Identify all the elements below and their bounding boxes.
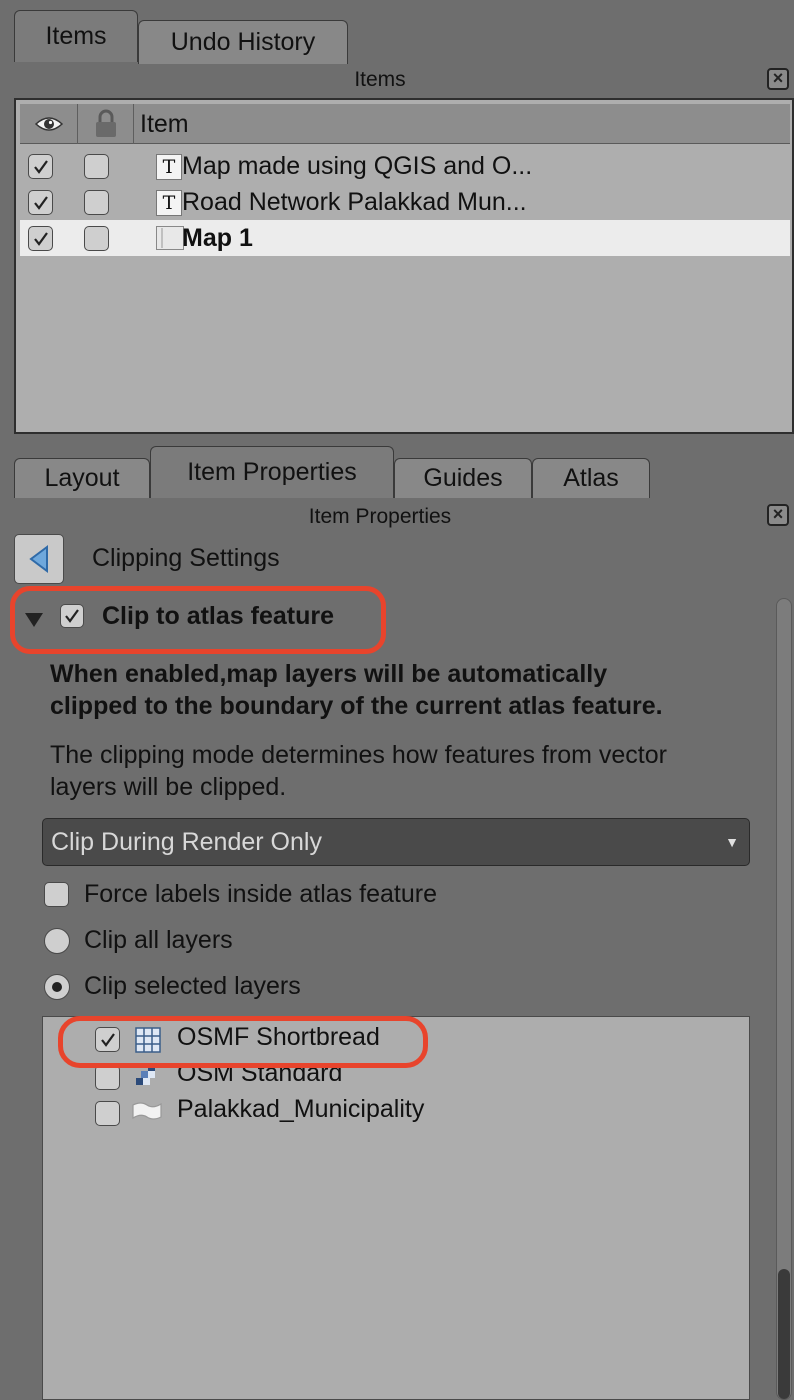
tab-item-properties-label: Item Properties bbox=[187, 458, 357, 486]
lock-checkbox[interactable] bbox=[84, 226, 109, 251]
properties-scrollbar[interactable] bbox=[776, 598, 792, 1400]
polygon-icon bbox=[132, 1102, 162, 1120]
item-column-label: Item bbox=[140, 109, 189, 138]
tab-layout-label: Layout bbox=[44, 464, 120, 492]
eye-icon bbox=[34, 117, 63, 131]
layer-checkbox[interactable] bbox=[95, 1101, 120, 1126]
dropdown-arrow-icon: ▼ bbox=[725, 834, 739, 850]
item-column-header[interactable]: Item bbox=[134, 104, 790, 144]
description-line1: The clipping mode determines how feature… bbox=[50, 741, 667, 769]
osmf-shortbread-highlight bbox=[58, 1016, 428, 1068]
tab-items[interactable]: Items bbox=[14, 10, 138, 62]
layers-list: OSMF Shortbread OSM Standard Palakkad_Mu… bbox=[42, 1016, 750, 1400]
item-label: Map made using QGIS and O... bbox=[182, 152, 533, 180]
items-panel-close-icon[interactable]: × bbox=[767, 68, 789, 90]
tab-atlas-label: Atlas bbox=[563, 464, 619, 492]
tab-layout[interactable]: Layout bbox=[14, 458, 150, 498]
properties-panel-title: Item Properties bbox=[308, 505, 452, 528]
clip-all-layers-radio[interactable] bbox=[44, 928, 70, 954]
layer-label: Palakkad_Municipality bbox=[177, 1095, 425, 1123]
item-row-selected[interactable]: Map 1 bbox=[20, 220, 790, 256]
text-item-icon: T bbox=[156, 154, 182, 180]
clip-mode-dropdown[interactable]: Clip During Render Only ▼ bbox=[42, 818, 750, 866]
force-labels-label: Force labels inside atlas feature bbox=[84, 880, 437, 908]
force-labels-checkbox[interactable] bbox=[44, 882, 69, 907]
clip-selected-layers-label: Clip selected layers bbox=[84, 972, 301, 1000]
lock-checkbox[interactable] bbox=[84, 154, 109, 179]
tab-item-properties[interactable]: Item Properties bbox=[150, 446, 394, 498]
tab-guides-label: Guides bbox=[423, 464, 503, 492]
description-bold-line1: When enabled,map layers will be automati… bbox=[50, 660, 608, 688]
tab-atlas[interactable]: Atlas bbox=[532, 458, 650, 498]
visibility-checkbox[interactable] bbox=[28, 154, 53, 179]
clip-all-layers-label: Clip all layers bbox=[84, 926, 233, 954]
clip-mode-value: Clip During Render Only bbox=[51, 828, 322, 856]
tab-guides[interactable]: Guides bbox=[394, 458, 532, 498]
item-label: Map 1 bbox=[182, 224, 253, 252]
lock-icon bbox=[95, 109, 116, 137]
item-row[interactable]: T Road Network Palakkad Mun... bbox=[20, 184, 790, 220]
lock-column-header[interactable] bbox=[78, 104, 134, 144]
scrollbar-thumb[interactable] bbox=[778, 1269, 790, 1399]
tab-undo-history-label: Undo History bbox=[170, 28, 316, 56]
properties-panel-close-icon[interactable]: × bbox=[767, 504, 789, 526]
lock-checkbox[interactable] bbox=[84, 190, 109, 215]
visibility-checkbox[interactable] bbox=[28, 190, 53, 215]
back-button[interactable] bbox=[14, 534, 64, 584]
items-list: Item T Map made using QGIS and O... T Ro… bbox=[14, 98, 794, 434]
tab-undo-history[interactable]: Undo History bbox=[138, 20, 348, 64]
back-arrow-icon bbox=[29, 545, 48, 573]
tab-items-label: Items bbox=[45, 22, 107, 50]
items-table-header: Item bbox=[20, 104, 790, 144]
visibility-column-header[interactable] bbox=[20, 104, 78, 144]
item-label: Road Network Palakkad Mun... bbox=[182, 188, 527, 216]
item-row[interactable]: T Map made using QGIS and O... bbox=[20, 148, 790, 184]
map-item-icon bbox=[156, 226, 184, 250]
description-line2: layers will be clipped. bbox=[50, 773, 287, 801]
description-bold-line2: clipped to the boundary of the current a… bbox=[50, 692, 663, 720]
clip-selected-layers-radio[interactable] bbox=[44, 974, 70, 1000]
layer-checkbox[interactable] bbox=[95, 1065, 120, 1090]
clip-to-atlas-highlight bbox=[10, 586, 386, 654]
visibility-checkbox[interactable] bbox=[28, 226, 53, 251]
section-title: Clipping Settings bbox=[92, 544, 280, 572]
items-panel-title: Items bbox=[354, 68, 406, 91]
text-item-icon: T bbox=[156, 190, 182, 216]
